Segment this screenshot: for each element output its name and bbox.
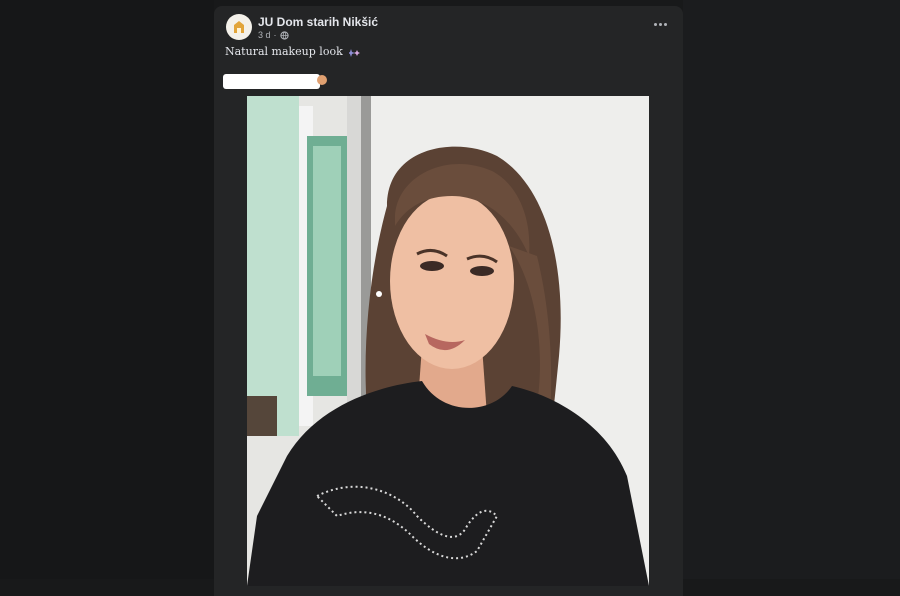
page-avatar[interactable] [226, 14, 252, 40]
post-timestamp[interactable]: 3 d [258, 30, 271, 40]
sparkle-icon [349, 48, 361, 57]
face-emoji-icon [317, 75, 327, 85]
portrait-image [247, 96, 649, 586]
more-options-button[interactable] [651, 17, 669, 31]
house-logo-icon [234, 21, 244, 33]
caption-text: Natural makeup look [225, 45, 343, 58]
more-dot [658, 22, 662, 26]
redacted-text [223, 74, 320, 89]
more-dot [663, 22, 667, 26]
right-gutter [683, 0, 900, 579]
post-meta: 3 d · [258, 30, 289, 40]
globe-icon [279, 30, 289, 40]
post-photo[interactable] [247, 96, 649, 586]
more-dot [653, 22, 657, 26]
post-caption: Natural makeup look [225, 45, 361, 58]
author-name[interactable]: JU Dom starih Nikšić [258, 15, 378, 29]
meta-separator: · [273, 30, 277, 40]
left-gutter [0, 0, 214, 579]
